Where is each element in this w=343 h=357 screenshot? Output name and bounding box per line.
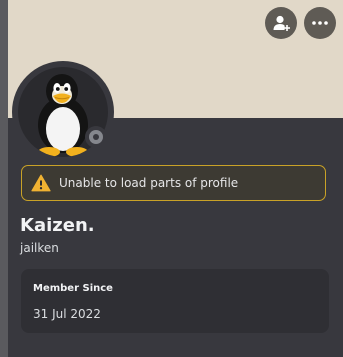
warning-icon [31,174,51,192]
sidebar-edge [0,0,8,357]
more-options-button[interactable] [304,7,336,39]
add-friend-button[interactable] [265,7,297,39]
more-options-icon [312,21,328,25]
avatar-frame [12,61,114,163]
member-since-label: Member Since [33,283,113,294]
display-name: Kaizen. [20,215,95,236]
status-indicator [85,126,107,148]
profile-card: Unable to load parts of profile Kaizen. … [8,0,343,357]
username: jailken [20,241,59,255]
warning-text: Unable to load parts of profile [59,176,239,190]
member-since-date: 31 Jul 2022 [33,307,101,321]
add-friend-icon [273,15,290,31]
offline-icon [89,130,103,144]
member-since-section: Member Since 31 Jul 2022 [21,269,329,333]
profile-load-warning: Unable to load parts of profile [21,165,326,201]
